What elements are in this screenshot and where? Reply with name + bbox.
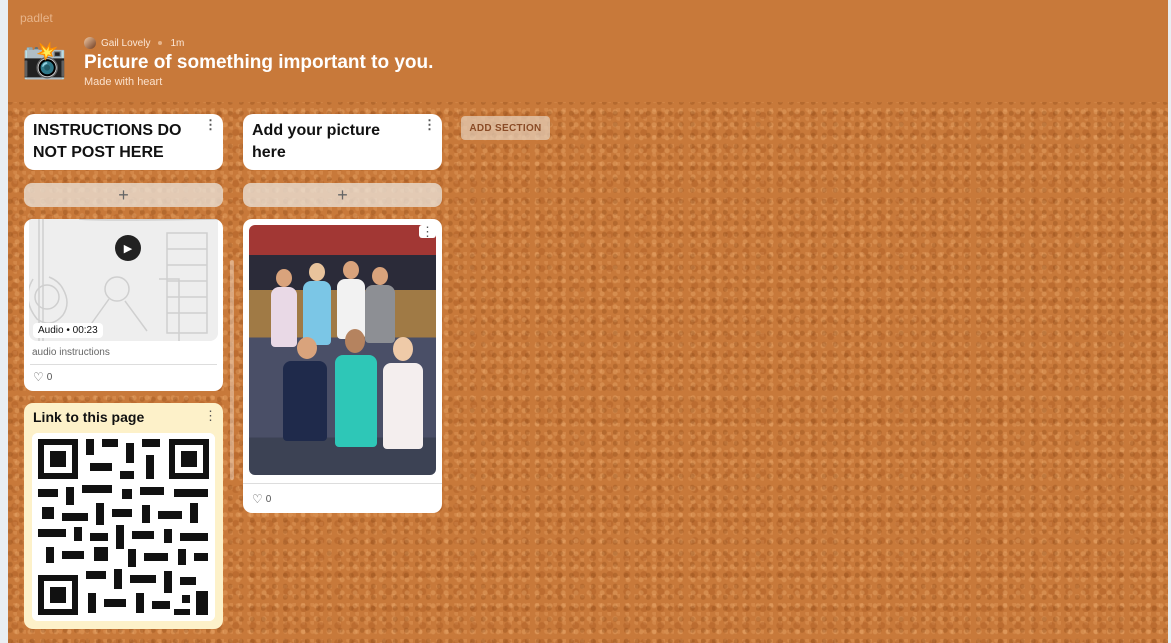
board-title: Picture of something important to you. <box>84 52 434 73</box>
section-title[interactable]: Add your picture here ⋮ <box>243 114 442 170</box>
link-post-card[interactable]: Link to this page ⋮ <box>24 403 223 629</box>
column-scrollbar[interactable] <box>230 260 234 480</box>
like-button[interactable]: ♡ 0 <box>24 365 223 391</box>
audio-post-card[interactable]: ▶ Audio • 00:23 audio instructions ♡ 0 <box>24 219 223 391</box>
play-icon[interactable]: ▶ <box>115 235 141 261</box>
more-options-icon[interactable]: ⋮ <box>419 225 436 238</box>
more-options-icon[interactable]: ⋮ <box>204 409 217 422</box>
audio-type: Audio <box>38 325 64 336</box>
board-header: padlet 📸 Gail Lovely 1m Picture of somet… <box>8 0 1168 102</box>
more-options-icon[interactable]: ⋮ <box>423 118 436 131</box>
brand-logo[interactable]: padlet <box>20 11 53 25</box>
author-row: Gail Lovely 1m <box>84 37 184 49</box>
section-title-text: INSTRUCTIONS DO NOT POST HERE <box>33 122 182 161</box>
qr-code[interactable] <box>32 433 215 621</box>
author-name[interactable]: Gail Lovely <box>101 38 150 49</box>
section-instructions: INSTRUCTIONS DO NOT POST HERE ⋮ + ▶ Audi… <box>24 114 223 629</box>
avatar[interactable] <box>84 37 96 49</box>
children-photo[interactable] <box>249 225 436 475</box>
add-section-button[interactable]: ADD SECTION <box>461 116 550 140</box>
post-time: 1m <box>170 37 185 49</box>
section-title-text: Add your picture here <box>252 122 381 161</box>
heart-icon: ♡ <box>252 492 263 506</box>
section-title[interactable]: INSTRUCTIONS DO NOT POST HERE ⋮ <box>24 114 223 170</box>
audio-duration: 00:23 <box>72 325 98 336</box>
audio-preview: ▶ Audio • 00:23 <box>29 219 218 341</box>
board-subtitle: Made with heart <box>84 76 163 88</box>
separator-dot <box>158 41 163 45</box>
photo-post-card[interactable]: ⋮ ♡ 0 <box>243 219 442 513</box>
camera-icon: 📸 <box>22 39 67 80</box>
add-post-button[interactable]: + <box>24 183 223 207</box>
like-button[interactable]: ♡ 0 <box>243 483 442 513</box>
like-count: 0 <box>46 371 53 383</box>
card-title: Link to this page <box>33 409 145 425</box>
more-options-icon[interactable]: ⋮ <box>204 118 217 131</box>
like-count: 0 <box>265 493 272 505</box>
qr-code-image <box>32 433 215 621</box>
audio-badge: Audio • 00:23 <box>33 323 103 338</box>
add-post-button[interactable]: + <box>243 183 442 207</box>
padlet-board: padlet 📸 Gail Lovely 1m Picture of somet… <box>8 0 1168 643</box>
heart-icon: ♡ <box>33 370 44 384</box>
card-caption: audio instructions <box>32 347 110 358</box>
section-add-picture: Add your picture here ⋮ + ⋮ ♡ 0 <box>243 114 442 513</box>
